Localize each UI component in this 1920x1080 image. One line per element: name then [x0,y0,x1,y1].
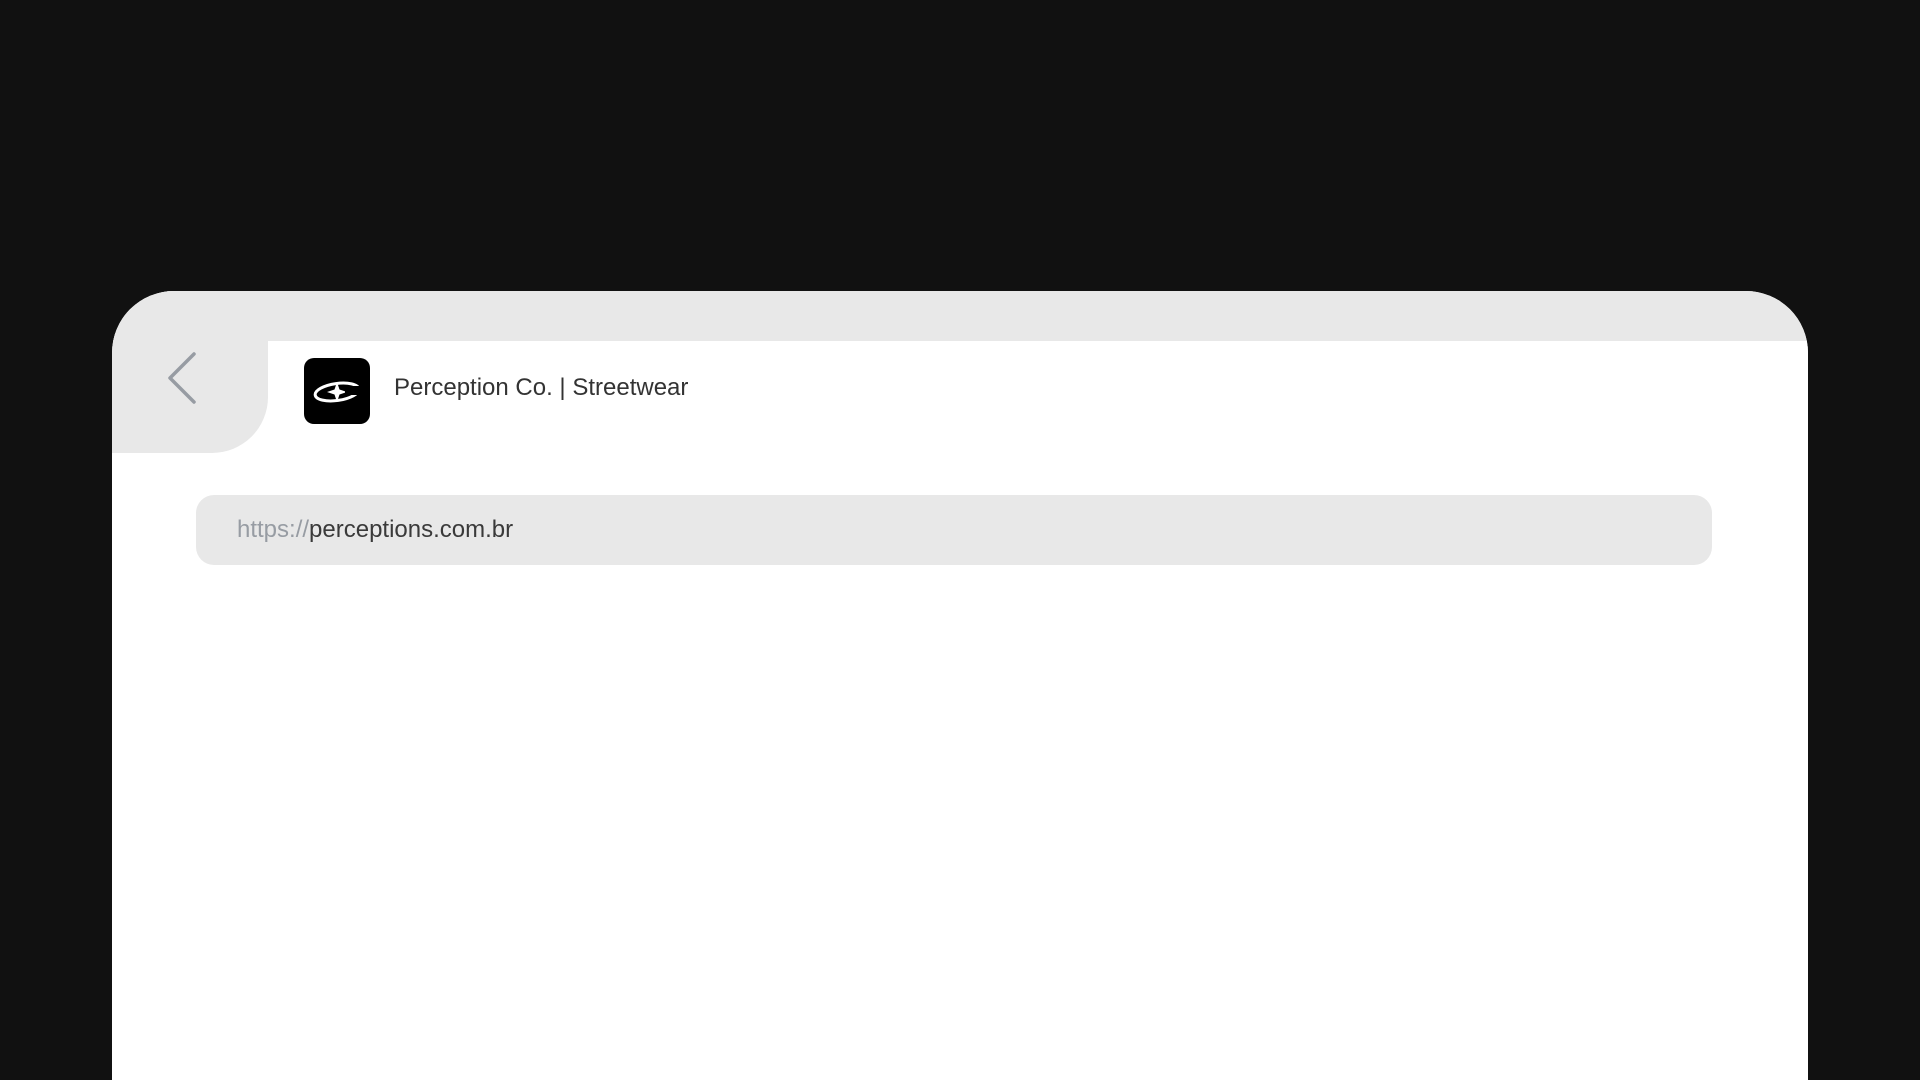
browser-window: Perception Co. | Streetwear https://perc… [112,291,1808,1080]
url-scheme: https:// [237,516,310,543]
back-button-area [112,291,268,453]
url-host: perceptions.com.br [309,516,514,543]
url-text: https://perceptions.com.br [237,515,513,545]
chevron-left-icon [168,352,196,404]
perception-logo-icon [304,358,370,424]
page-content [112,591,1808,1080]
address-bar[interactable]: https://perceptions.com.br [196,495,1712,565]
back-button[interactable] [164,349,204,407]
tab-bar [112,291,1808,341]
tab-title: Perception Co. | Streetwear [394,374,689,401]
